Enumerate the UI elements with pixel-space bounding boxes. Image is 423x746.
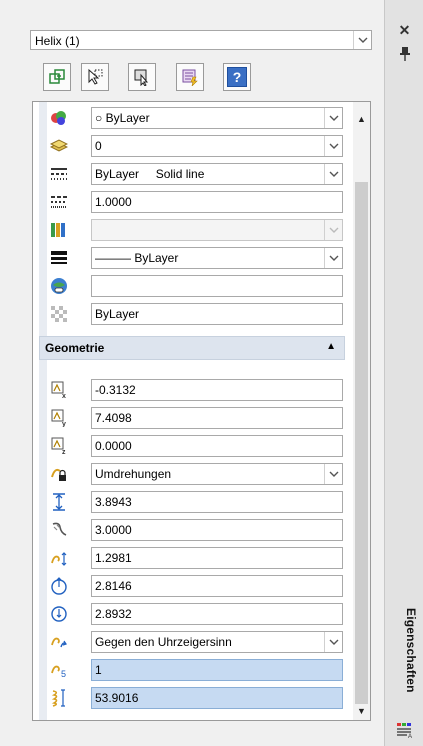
chevron-down-icon[interactable] — [353, 31, 371, 49]
property-row-layer: 0 — [33, 132, 353, 160]
property-row-twist: Gegen den Uhrzeigersinn — [33, 628, 353, 656]
top-radius-field[interactable]: 2.8932 — [91, 603, 343, 625]
linetype-icon — [49, 165, 69, 183]
section-title: Geometrie — [45, 341, 105, 355]
chevron-down-icon — [324, 220, 342, 240]
property-row-color: ○ ByLayer — [33, 104, 353, 132]
quick-select-button[interactable] — [128, 63, 156, 91]
property-row-linetype-scale: 1.0000 — [33, 188, 353, 216]
chevron-down-icon[interactable] — [324, 248, 342, 268]
lineweight-icon — [49, 249, 69, 267]
palette-title-bar: ✕ Eigenschaften A — [384, 0, 423, 746]
chevron-down-icon[interactable] — [324, 632, 342, 652]
property-row-hyperlink — [33, 272, 353, 300]
svg-text:5: 5 — [61, 669, 66, 679]
properties-panel: Helix (1) ? ○ ByLayer 0 ByLayer Solid li… — [0, 0, 384, 746]
coordinate-x-icon: x — [49, 381, 69, 399]
twist-field[interactable]: Gegen den Uhrzeigersinn — [91, 631, 343, 653]
turn-slope-field[interactable]: 1 — [91, 659, 343, 681]
property-row-helix-length: 53.9016 — [33, 684, 353, 712]
turn-height-field[interactable]: 1.2981 — [91, 547, 343, 569]
base-y-field[interactable]: 7.4098 — [91, 407, 343, 429]
property-row-plot-style — [33, 216, 353, 244]
lineweight-field[interactable]: ——— ByLayer — [91, 247, 343, 269]
palette-title: Eigenschaften — [404, 608, 418, 693]
twist-icon — [49, 633, 69, 651]
property-row-transparency: ByLayer — [33, 300, 353, 328]
scroll-thumb[interactable] — [355, 182, 368, 704]
turns-field[interactable]: 3.0000 — [91, 519, 343, 541]
chevron-down-icon[interactable] — [324, 136, 342, 156]
selection-dropdown[interactable]: Helix (1) — [30, 30, 372, 50]
quick-properties-button[interactable] — [176, 63, 204, 91]
collapse-icon[interactable]: ▲ — [326, 341, 336, 352]
selection-value: Helix (1) — [35, 34, 80, 48]
base-radius-icon — [49, 577, 69, 595]
property-row-linetype: ByLayer Solid line — [33, 160, 353, 188]
property-row-turn-slope: 5 1 — [33, 656, 353, 684]
properties-icon[interactable]: A — [396, 722, 414, 740]
layer-field[interactable]: 0 — [91, 135, 343, 157]
base-x-field[interactable]: -0.3132 — [91, 379, 343, 401]
property-row-height: 3.8943 — [33, 488, 353, 516]
constrain-field[interactable]: Umdrehungen — [91, 463, 343, 485]
property-row-base-x: x -0.3132 — [33, 376, 353, 404]
svg-text:x: x — [62, 393, 66, 399]
pin-icon[interactable] — [385, 46, 423, 65]
base-z-field[interactable]: 0.0000 — [91, 435, 343, 457]
chevron-down-icon[interactable] — [324, 108, 342, 128]
select-objects-button[interactable] — [81, 63, 109, 91]
scroll-up-icon[interactable]: ▲ — [355, 112, 368, 126]
property-row-base-z: z 0.0000 — [33, 432, 353, 460]
chevron-down-icon[interactable] — [324, 164, 342, 184]
color-icon — [49, 109, 69, 127]
property-row-constrain: Umdrehungen — [33, 460, 353, 488]
transparency-field[interactable]: ByLayer — [91, 303, 343, 325]
helix-length-icon — [49, 689, 69, 707]
hyperlink-field[interactable] — [91, 275, 343, 297]
quick-properties-icon — [182, 69, 198, 86]
plot-style-field — [91, 219, 343, 241]
property-row-turns: 3.0000 — [33, 516, 353, 544]
close-icon[interactable]: ✕ — [385, 22, 423, 39]
turns-icon — [49, 521, 69, 539]
pickadd-icon — [49, 69, 65, 84]
property-row-turn-height: 1.2981 — [33, 544, 353, 572]
transparency-icon — [49, 305, 69, 323]
scroll-down-icon[interactable]: ▼ — [355, 704, 368, 718]
coordinate-y-icon: y — [49, 409, 69, 427]
property-row-lineweight: ——— ByLayer — [33, 244, 353, 272]
chevron-down-icon[interactable] — [324, 464, 342, 484]
property-row-top-radius: 2.8932 — [33, 600, 353, 628]
vertical-scrollbar[interactable]: ▲ ▼ — [353, 102, 370, 720]
property-row-base-y: y 7.4098 — [33, 404, 353, 432]
help-button[interactable]: ? — [223, 63, 251, 91]
svg-text:A: A — [408, 734, 412, 738]
lock-icon — [49, 465, 69, 483]
section-header-geometry[interactable]: Geometrie ▲ — [39, 336, 345, 360]
height-field[interactable]: 3.8943 — [91, 491, 343, 513]
linetype-scale-field[interactable]: 1.0000 — [91, 191, 343, 213]
quick-select-icon — [134, 69, 149, 86]
property-grid: ○ ByLayer 0 ByLayer Solid line 1.0000 ——… — [32, 101, 371, 721]
linetype-field[interactable]: ByLayer Solid line — [91, 163, 343, 185]
turn-slope-icon: 5 — [49, 661, 69, 679]
top-radius-icon — [49, 605, 69, 623]
select-cursor-icon — [88, 68, 103, 85]
base-radius-field[interactable]: 2.8146 — [91, 575, 343, 597]
property-row-base-radius: 2.8146 — [33, 572, 353, 600]
color-field[interactable]: ○ ByLayer — [91, 107, 343, 129]
turn-height-icon — [49, 549, 69, 567]
layer-icon — [49, 137, 69, 155]
helix-length-field[interactable]: 53.9016 — [91, 687, 343, 709]
help-icon: ? — [227, 67, 247, 87]
plot-style-icon — [49, 221, 69, 239]
toggle-pickadd-button[interactable] — [43, 63, 71, 91]
height-icon — [49, 493, 69, 511]
linetype-scale-icon — [49, 193, 69, 211]
svg-text:y: y — [62, 421, 66, 427]
svg-text:z: z — [62, 449, 66, 455]
coordinate-z-icon: z — [49, 437, 69, 455]
hyperlink-icon — [49, 277, 69, 295]
